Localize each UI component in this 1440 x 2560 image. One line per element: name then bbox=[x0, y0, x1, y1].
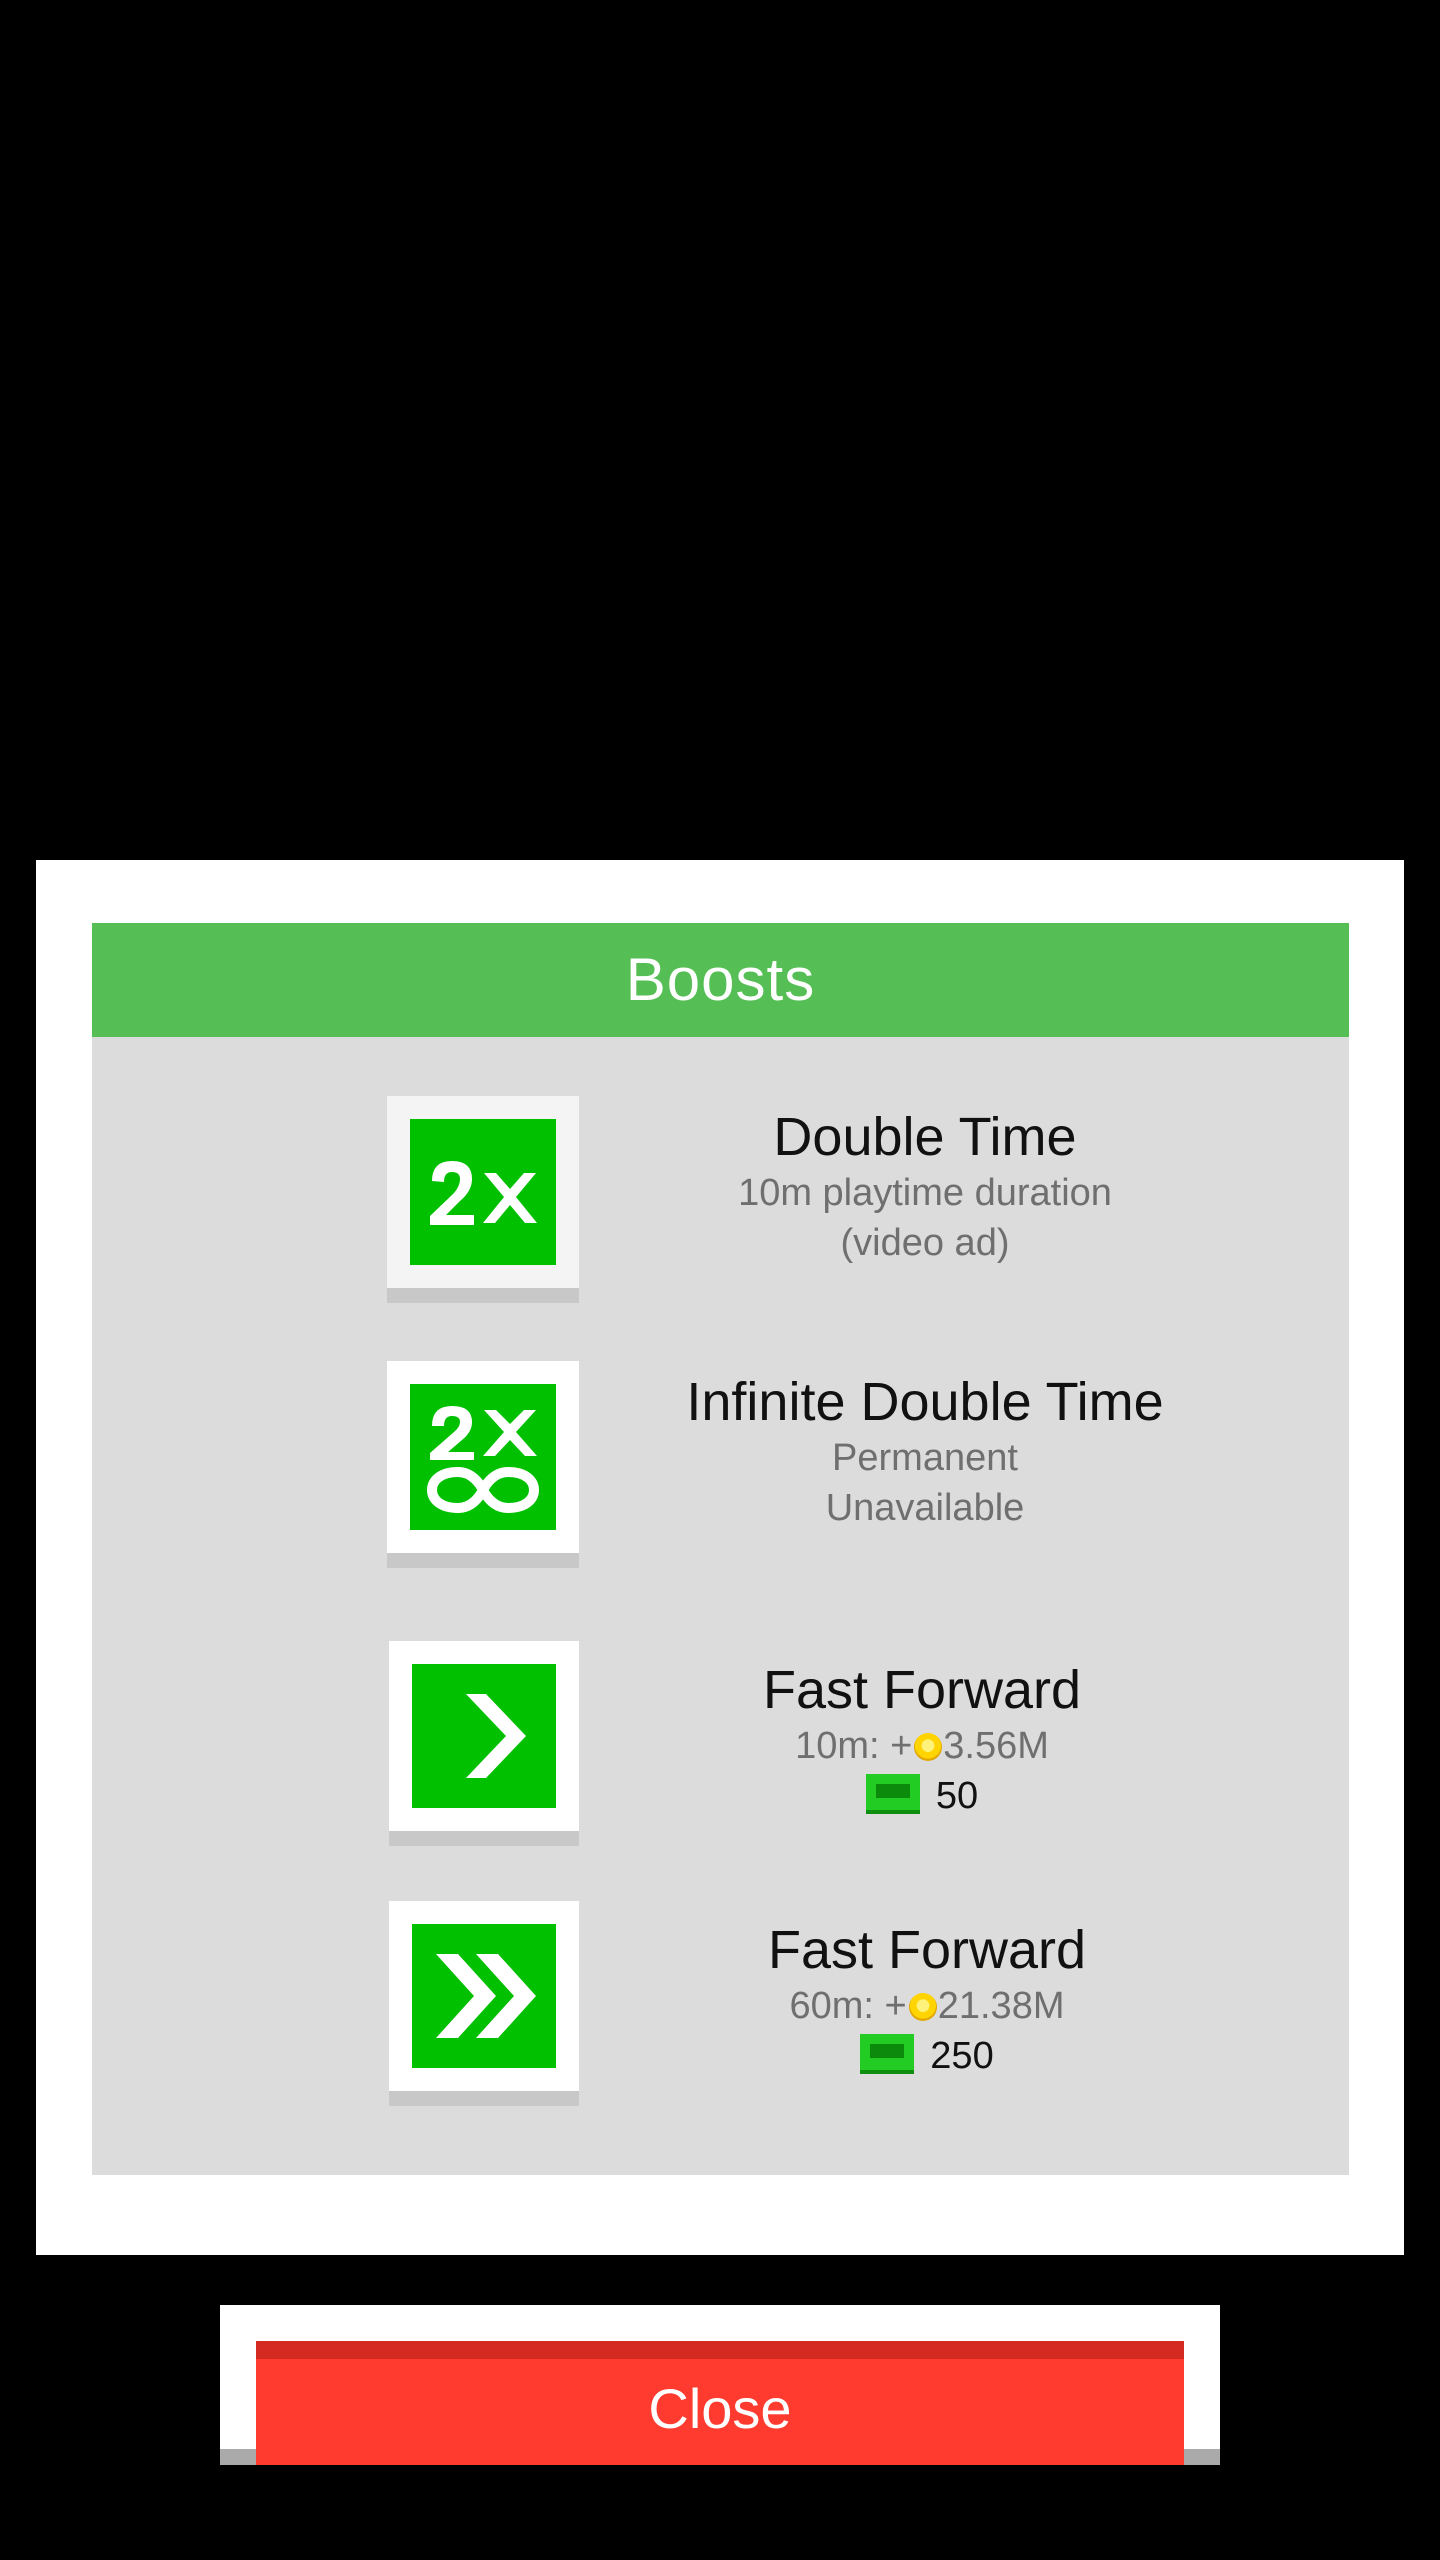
boost-text: Infinite Double Time Permanent Unavailab… bbox=[647, 1371, 1203, 1533]
boost-duration: 10m playtime duration bbox=[738, 1172, 1112, 1214]
boost-type: Permanent bbox=[832, 1437, 1018, 1479]
close-button-frame: Close bbox=[220, 2305, 1220, 2465]
boost-cost: 250 bbox=[632, 2031, 1222, 2081]
boost-duration: 10m: + bbox=[795, 1725, 913, 1767]
boost-reward: 10m: + 3.56M bbox=[632, 1721, 1212, 1771]
boost-fast-forward-10m[interactable]: Fast Forward 10m: + 3.56M 50 bbox=[92, 1641, 1349, 1851]
boost-infinite-double-time[interactable]: Infinite Double Time Permanent Unavailab… bbox=[92, 1361, 1349, 1571]
infinite-double-time-icon bbox=[410, 1384, 556, 1530]
close-button[interactable]: Close bbox=[256, 2341, 1184, 2465]
boost-double-time[interactable]: Double Time 10m playtime duration (video… bbox=[92, 1096, 1349, 1306]
boost-title: Fast Forward bbox=[762, 1660, 1082, 1720]
cost-amount: 50 bbox=[935, 1775, 979, 1817]
boost-fast-forward-60m[interactable]: Fast Forward 60m: + 21.38M 250 bbox=[92, 1901, 1349, 2111]
boost-cost: 50 bbox=[632, 1771, 1212, 1821]
fast-forward-double-chevron-icon bbox=[412, 1924, 556, 2068]
boost-text: Fast Forward 10m: + 3.56M 50 bbox=[632, 1659, 1212, 1821]
boost-availability: Unavailable bbox=[825, 1487, 1025, 1529]
boost-icon-tile[interactable] bbox=[387, 1361, 579, 1553]
boost-icon-tile[interactable] bbox=[389, 1901, 579, 2091]
coin-icon bbox=[908, 1993, 937, 2021]
boosts-dialog: Boosts Double Time 10m playtime duration… bbox=[36, 860, 1404, 2255]
boost-title: Fast Forward bbox=[767, 1920, 1087, 1980]
fast-forward-single-chevron-icon bbox=[412, 1664, 556, 1808]
boost-title: Double Time bbox=[773, 1107, 1077, 1167]
coin-amount: 3.56M bbox=[943, 1725, 1049, 1767]
cash-icon bbox=[860, 2034, 915, 2074]
boost-icon-tile[interactable] bbox=[389, 1641, 579, 1831]
coin-icon bbox=[914, 1733, 943, 1761]
boost-reward: 60m: + 21.38M bbox=[632, 1981, 1222, 2031]
cost-amount: 250 bbox=[930, 2035, 994, 2077]
dialog-title: Boosts bbox=[92, 923, 1349, 1037]
boost-text: Double Time 10m playtime duration (video… bbox=[647, 1106, 1203, 1268]
boost-duration: 60m: + bbox=[789, 1985, 907, 2027]
boost-text: Fast Forward 60m: + 21.38M 250 bbox=[632, 1919, 1222, 2081]
boost-title: Infinite Double Time bbox=[686, 1372, 1164, 1432]
double-time-2x-icon bbox=[410, 1119, 556, 1265]
boosts-panel: Boosts Double Time 10m playtime duration… bbox=[92, 923, 1349, 2175]
coin-amount: 21.38M bbox=[937, 1985, 1065, 2027]
cash-icon bbox=[865, 1774, 920, 1814]
boost-requirement: (video ad) bbox=[840, 1222, 1010, 1264]
boost-icon-tile[interactable] bbox=[387, 1096, 579, 1288]
